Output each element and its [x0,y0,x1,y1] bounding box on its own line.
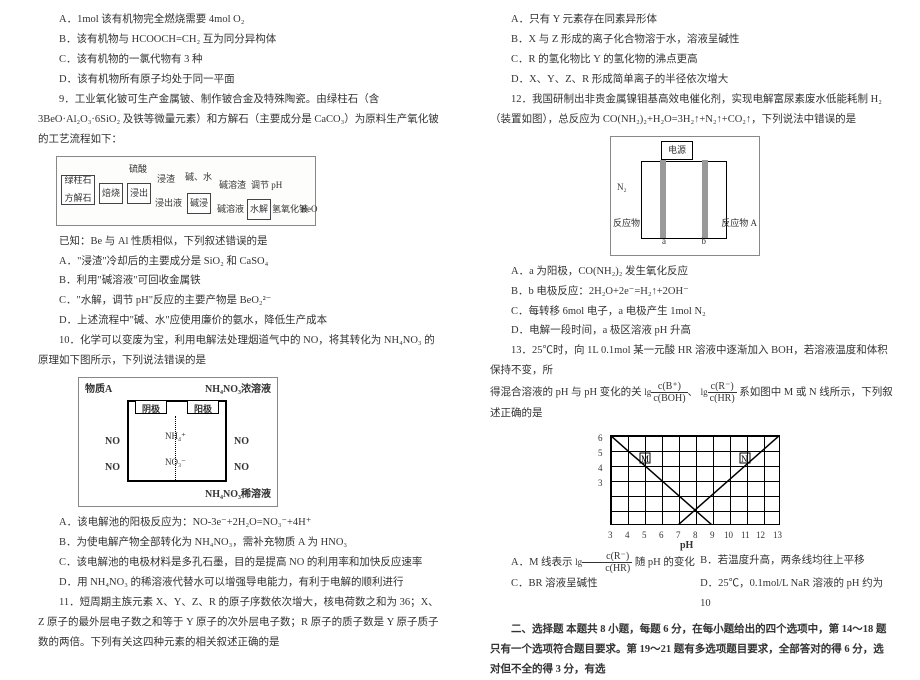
q9-opt-a: A．"浸渣"冷却后的主要成分是 SiO₂ 和 CaSO₄ [38,252,442,272]
q11-opt-b: B．X 与 Z 形成的离子化合物溶于水，溶液呈碱性 [490,30,894,50]
d2-no-r2: NO [234,458,249,477]
q13-stem-a: 13．25℃时，向 1L 0.1mol 某一元酸 HR 溶液中逐渐加入 BOH，… [490,341,894,381]
q13-opt-d: D．25℃，0.1mol/L NaR 溶液的 pH 约为 10 [700,574,894,614]
q9-opt-b: B．利用"碱溶液"可回收金属铁 [38,271,442,291]
q9-opt-c: C．"水解，调节 pH"反应的主要产物是 BeO₂²⁻ [38,291,442,311]
q11-opt-c: C．R 的氢化物比 Y 的氢化物的沸点更高 [490,50,894,70]
d2-mat: 物质A [85,380,112,399]
diag1-f: 浸渣 [157,171,175,188]
q12-opt-a: A．a 为阳极，CO(NH₂)₂ 发生氧化反应 [490,262,894,282]
d2-an: 阳极 [187,400,219,414]
q11-opt-a: A．只有 Y 元素存在同素异形体 [490,10,894,30]
urea-electrolysis-diagram: 电源 a b N₂ 反应物 反应物 A [610,136,760,256]
diag1-d: 浸出 [127,183,151,204]
q10-opt-d: D．用 NH₄NO₃ 的稀溶液代替水可以增强导电能力，有利于电解的顺利进行 [38,573,442,593]
q8-opt-d: D．该有机物所有原子均处于同一平面 [38,70,442,90]
chart-label-m: M [641,454,649,464]
diag1-b: 方解石 [64,190,91,207]
d2-nh4: NH₄⁺ [165,428,186,445]
diag1-g: 浸出液 [155,195,182,212]
diag1-h: 碱浸 [187,193,211,214]
diag1-i: 碱、水 [185,169,212,186]
q8-opt-c: C．该有机物的一氯代物有 3 种 [38,50,442,70]
right-column: A．只有 Y 元素存在同素异形体 B．X 与 Z 形成的离子化合物溶于水，溶液呈… [460,0,920,651]
q9-pre: 已知：Be 与 Al 性质相似，下列叙述错误的是 [38,232,442,252]
d3-n2: N₂ [617,179,627,196]
d2-no-r1: NO [234,432,249,451]
q10-stem: 10．化学可以变废为宝，利用电解法处理烟道气中的 NO，将其转化为 NH₄NO₃… [38,331,442,371]
q10-opt-c: C．该电解池的电极材料是多孔石墨，目的是提高 NO 的利用率和加快反应速率 [38,553,442,573]
electrolysis-diagram: NH₄NO₃浓溶液 NH₄NO₃稀溶液 物质A 阴极 阳极 NH₄⁺ NO₃⁻ … [78,377,278,507]
process-flow-diagram: 绿柱石 方解石 焙烧 浸出 硫酸 浸渣 浸出液 碱浸 碱、水 碱溶渣 碱溶液 调… [56,156,316,226]
section-2-heading: 二、选择题 本题共 8 小题，每题 6 分，在每小题给出的四个选项中，第 14～… [490,620,894,680]
q13-opt-c: C．BR 溶液呈碱性 [490,574,700,614]
d3-a: a [662,233,666,250]
fr1t: c(B⁺) [651,381,687,393]
fr2t: c(R⁻) [708,381,737,393]
fr2b: c(HR) [708,393,737,404]
d2-no3: NO₃⁻ [165,454,186,471]
diag1-k: 碱溶液 [217,201,244,218]
q11-stem: 11．短周期主族元素 X、Y、Z、R 的原子序数依次增大，核电荷数之和为 36；… [38,593,442,653]
d2-ca: 阴极 [135,400,167,414]
d2-bot: NH₄NO₃稀溶液 [205,485,271,504]
q8-opt-a: A．1mol 该有机物完全燃烧需要 4mol O₂ [38,10,442,30]
fr1b: c(BOH) [651,393,687,404]
diag1-c: 焙烧 [99,183,123,204]
q9-stem: 9．工业氧化铍可生产金属铍、制作铍合金及特殊陶瓷。由绿柱石（含 3BeO·Al₂… [38,90,442,150]
q12-opt-d: D．电解一段时间，a 极区溶液 pH 升高 [490,321,894,341]
diag1-l: 调节 pH [251,177,282,194]
chart-xlabel: pH [680,536,693,555]
d3-b: b [702,233,707,250]
d3-rx: 反应物 A [721,215,757,232]
q12-opt-c: C．每转移 6mol 电子，a 电极产生 1mol N₂ [490,302,894,322]
diag1-o: BeO [301,201,318,218]
q13-opt-a: A．M 线表示 lgc(R⁻)c(HR) 随 pH 的变化 [490,551,700,574]
d3-ele: 电源 [661,141,693,160]
q11-opt-d: D．X、Y、Z、R 形成简单离子的半径依次增大 [490,70,894,90]
q10-opt-a: A．该电解池的阳极反应为：NO-3e⁻+2H₂O=NO₃⁻+4H⁺ [38,513,442,533]
q8-opt-b: B．该有机物与 HCOOCH=CH₂ 互为同分异构体 [38,30,442,50]
d2-top: NH₄NO₃浓溶液 [205,380,271,399]
d2-no-l2: NO [105,458,120,477]
q12-opt-b: B．b 电极反应：2H₂O+2e⁻=H₂↑+2OH⁻ [490,282,894,302]
q13-stem-b: 得混合溶液的 pH 与 pH 变化的关 [490,387,642,398]
q13-stem-b-line: 得混合溶液的 pH 与 pH 变化的关 lgc(B⁺)c(BOH)、 lgc(R… [490,381,894,424]
q12-stem: 12．我国研制出非贵金属镍钼基高效电催化剂，实现电解富尿素废水低能耗制 H₂（装… [490,90,894,130]
left-column: A．1mol 该有机物完全燃烧需要 4mol O₂ B．该有机物与 HCOOCH… [0,0,460,651]
d2-no-l1: NO [105,432,120,451]
diag1-a: 绿柱石 [64,172,91,189]
diag1-j: 碱溶渣 [219,177,246,194]
ph-chart: M N 6 5 4 3 3 4 5 6 7 8 9 10 11 12 13 pH [590,430,790,545]
diag1-m: 水解 [247,199,271,220]
q10-opt-b: B．为使电解产物全部转化为 NH₄NO₃，需补充物质 A 为 HNO₃ [38,533,442,553]
chart-lines: M N [610,435,780,525]
diag1-e: 硫酸 [129,161,147,178]
q13-opt-b: B．若温度升高，两条线均往上平移 [700,551,894,574]
q9-opt-d: D．上述流程中"碱、水"应使用廉价的氨水，降低生产成本 [38,311,442,331]
chart-label-n: N [741,454,748,464]
